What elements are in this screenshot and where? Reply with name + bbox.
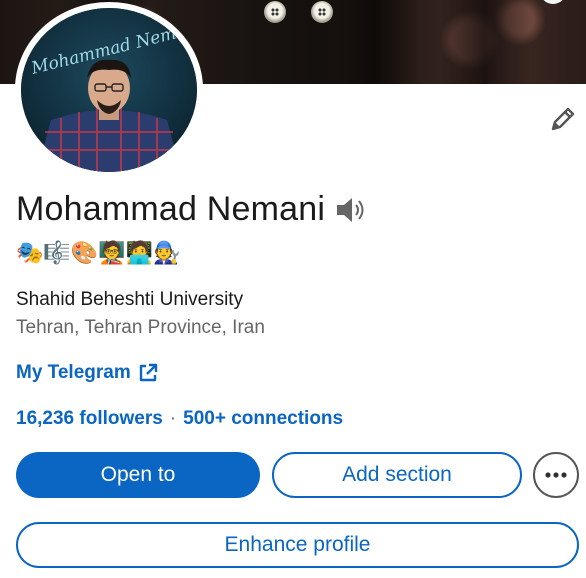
cover-button-decoration [264, 1, 286, 23]
telegram-link[interactable]: My Telegram [16, 362, 158, 384]
cover-button-decoration [311, 1, 333, 23]
speaker-icon [337, 197, 364, 222]
external-link-icon [139, 363, 157, 382]
name-row: Mohammad Nemani [16, 190, 369, 229]
avatar[interactable]: Mohammad Nemani [21, 8, 197, 172]
edit-profile-button[interactable] [545, 101, 581, 137]
profile-emojis: 🎭🎼🎨🧑‍🏫🧑‍💻🧑‍🔧 [16, 241, 181, 266]
cover-corner-decoration [540, 0, 566, 4]
telegram-link-label: My Telegram [16, 362, 131, 383]
followers-count[interactable]: 16,236 followers [16, 408, 163, 430]
open-to-button[interactable]: Open to [16, 452, 260, 498]
avatar-photo: Mohammad Nemani [21, 8, 197, 172]
enhance-profile-button[interactable]: Enhance profile [16, 522, 579, 568]
profile-name: Mohammad Nemani [16, 190, 326, 228]
pronunciation-button[interactable] [335, 193, 369, 227]
cover-fold [330, 0, 420, 84]
connections-count[interactable]: 500+ connections [183, 408, 343, 430]
add-section-button[interactable]: Add section [272, 452, 522, 498]
pencil-icon [551, 107, 575, 131]
profile-headline: Shahid Beheshti University [16, 289, 244, 310]
cover-fold [440, 0, 530, 84]
stats-separator: · [169, 408, 177, 429]
network-stats: 16,236 followers · 500+ connections [16, 408, 343, 430]
profile-location: Tehran, Tehran Province, Iran [16, 317, 265, 338]
more-options-button[interactable] [533, 452, 579, 498]
more-options-icon [545, 472, 567, 478]
